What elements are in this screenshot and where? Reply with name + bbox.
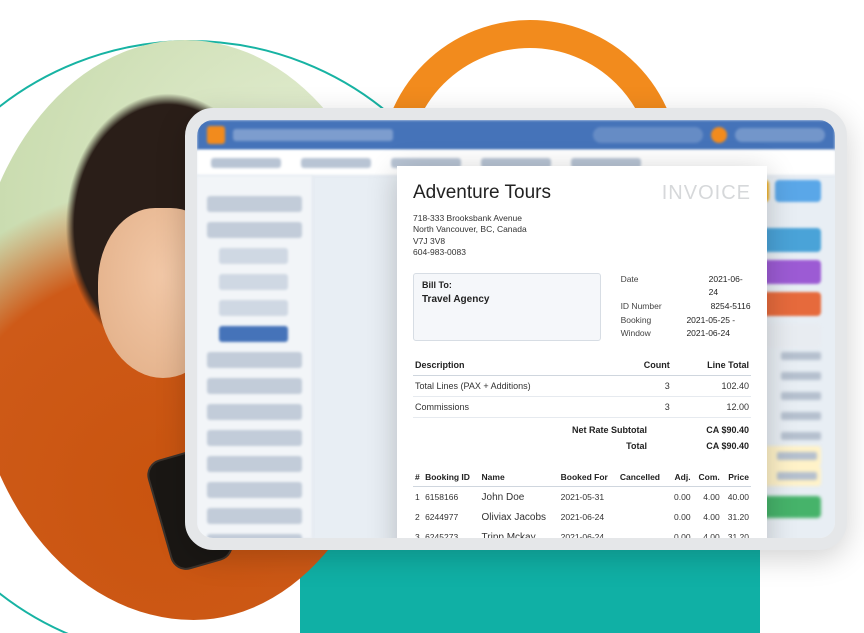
bcell-booked: 2021-06-24: [559, 507, 618, 527]
total-value: CA $90.40: [679, 441, 749, 451]
bcol-booked: Booked For: [559, 468, 618, 487]
invoice-label: INVOICE: [662, 182, 751, 205]
subtotal-value: CA $90.40: [679, 425, 749, 435]
bookings-table: # Booking ID Name Booked For Cancelled A…: [413, 468, 751, 547]
booking-row: 1 6158166 John Doe 2021-05-31 0.00 4.00 …: [413, 486, 751, 507]
app-main: Adventure Tours INVOICE 718-333 Brooksba…: [313, 176, 835, 538]
bcell-price: 31.20: [722, 507, 751, 527]
bcell-com: 4.00: [693, 507, 722, 527]
booking-row: 3 6245273 Tripp Mckay 2021-06-24 0.00 4.…: [413, 527, 751, 547]
cell-total: 12.00: [672, 396, 751, 417]
app-topbar: [197, 120, 835, 150]
bcol-id: Booking ID: [423, 468, 479, 487]
col-linetotal: Line Total: [672, 355, 751, 376]
bill-to-name: Travel Agency: [422, 294, 592, 305]
bcell-price: 31.20: [722, 527, 751, 547]
cell-desc: Total Lines (PAX + Additions): [413, 375, 620, 396]
bcell-adj: 0.00: [669, 507, 693, 527]
bcell-cancelled: [618, 507, 669, 527]
meta-id: 8254-5116: [711, 300, 751, 314]
bcell-name: Oliviax Jacobs: [480, 507, 559, 527]
bcol-name: Name: [480, 468, 559, 487]
bcol-adj: Adj.: [669, 468, 693, 487]
bcell-booked: 2021-06-24: [559, 527, 618, 547]
bcell-name: John Doe: [480, 486, 559, 507]
meta-id-label: ID Number: [621, 300, 697, 314]
cell-total: 102.40: [672, 375, 751, 396]
bcell-adj: 0.00: [669, 486, 693, 507]
invoice-card: Adventure Tours INVOICE 718-333 Brooksba…: [397, 166, 767, 550]
total-label: Total: [626, 441, 647, 451]
meta-date-label: Date: [621, 273, 695, 300]
bcell-cancelled: [618, 486, 669, 507]
bcell-cancelled: [618, 527, 669, 547]
bcell-id: 6158166: [423, 486, 479, 507]
addr-phone: 604-983-0083: [413, 247, 751, 258]
bcell-id: 6245273: [423, 527, 479, 547]
meta-window-label: Booking Window: [621, 314, 673, 341]
invoice-company: Adventure Tours: [413, 182, 551, 204]
bcell-name: Tripp Mckay: [480, 527, 559, 547]
user-chip: [735, 128, 825, 142]
bcol-price: Price: [722, 468, 751, 487]
invoice-lines-table: Description Count Line Total Total Lines…: [413, 355, 751, 418]
bcell-com: 4.00: [693, 486, 722, 507]
cell-desc: Commissions: [413, 396, 620, 417]
bcell-com: 4.00: [693, 527, 722, 547]
bcell-num: 2: [413, 507, 423, 527]
bcell-id: 6244977: [423, 507, 479, 527]
bill-to-label: Bill To:: [422, 280, 592, 290]
cell-count: 3: [620, 396, 672, 417]
bcol-num: #: [413, 468, 423, 487]
cell-count: 3: [620, 375, 672, 396]
addr-line2: North Vancouver, BC, Canada: [413, 224, 751, 235]
invoice-address: 718-333 Brooksbank Avenue North Vancouve…: [413, 213, 751, 259]
invoice-totals: Net Rate Subtotal CA $90.40 Total CA $90.4…: [413, 422, 751, 454]
bcell-num: 3: [413, 527, 423, 547]
booking-row: 2 6244977 Oliviax Jacobs 2021-06-24 0.00…: [413, 507, 751, 527]
addr-line1: 718-333 Brooksbank Avenue: [413, 213, 751, 224]
line-row: Commissions 3 12.00: [413, 396, 751, 417]
meta-date: 2021-06-24: [709, 273, 751, 300]
addr-postal: V7J 3V8: [413, 236, 751, 247]
subtotal-label: Net Rate Subtotal: [572, 425, 647, 435]
app-content: Adventure Tours INVOICE 718-333 Brooksba…: [197, 176, 835, 538]
bcell-num: 1: [413, 486, 423, 507]
bcell-price: 40.00: [722, 486, 751, 507]
search-placeholder: [593, 127, 703, 143]
meta-window: 2021-05-25 - 2021-06-24: [686, 314, 751, 341]
stage: Adventure Tours INVOICE 718-333 Brooksba…: [0, 0, 864, 633]
bcell-adj: 0.00: [669, 527, 693, 547]
avatar-icon: [711, 127, 727, 143]
bcol-cancelled: Cancelled: [618, 468, 669, 487]
tablet-frame: Adventure Tours INVOICE 718-333 Brooksba…: [185, 108, 847, 550]
bcell-booked: 2021-05-31: [559, 486, 618, 507]
col-desc: Description: [413, 355, 620, 376]
app-logo-icon: [207, 126, 225, 144]
invoice-meta: Date 2021-06-24 ID Number 8254-5116 Bookin…: [621, 273, 751, 341]
app-title-placeholder: [233, 129, 393, 141]
app-sidebar: [197, 176, 313, 538]
bill-to-box: Bill To: Travel Agency: [413, 273, 601, 341]
tablet-screen: Adventure Tours INVOICE 718-333 Brooksba…: [197, 120, 835, 538]
bcol-com: Com.: [693, 468, 722, 487]
col-count: Count: [620, 355, 672, 376]
line-row: Total Lines (PAX + Additions) 3 102.40: [413, 375, 751, 396]
